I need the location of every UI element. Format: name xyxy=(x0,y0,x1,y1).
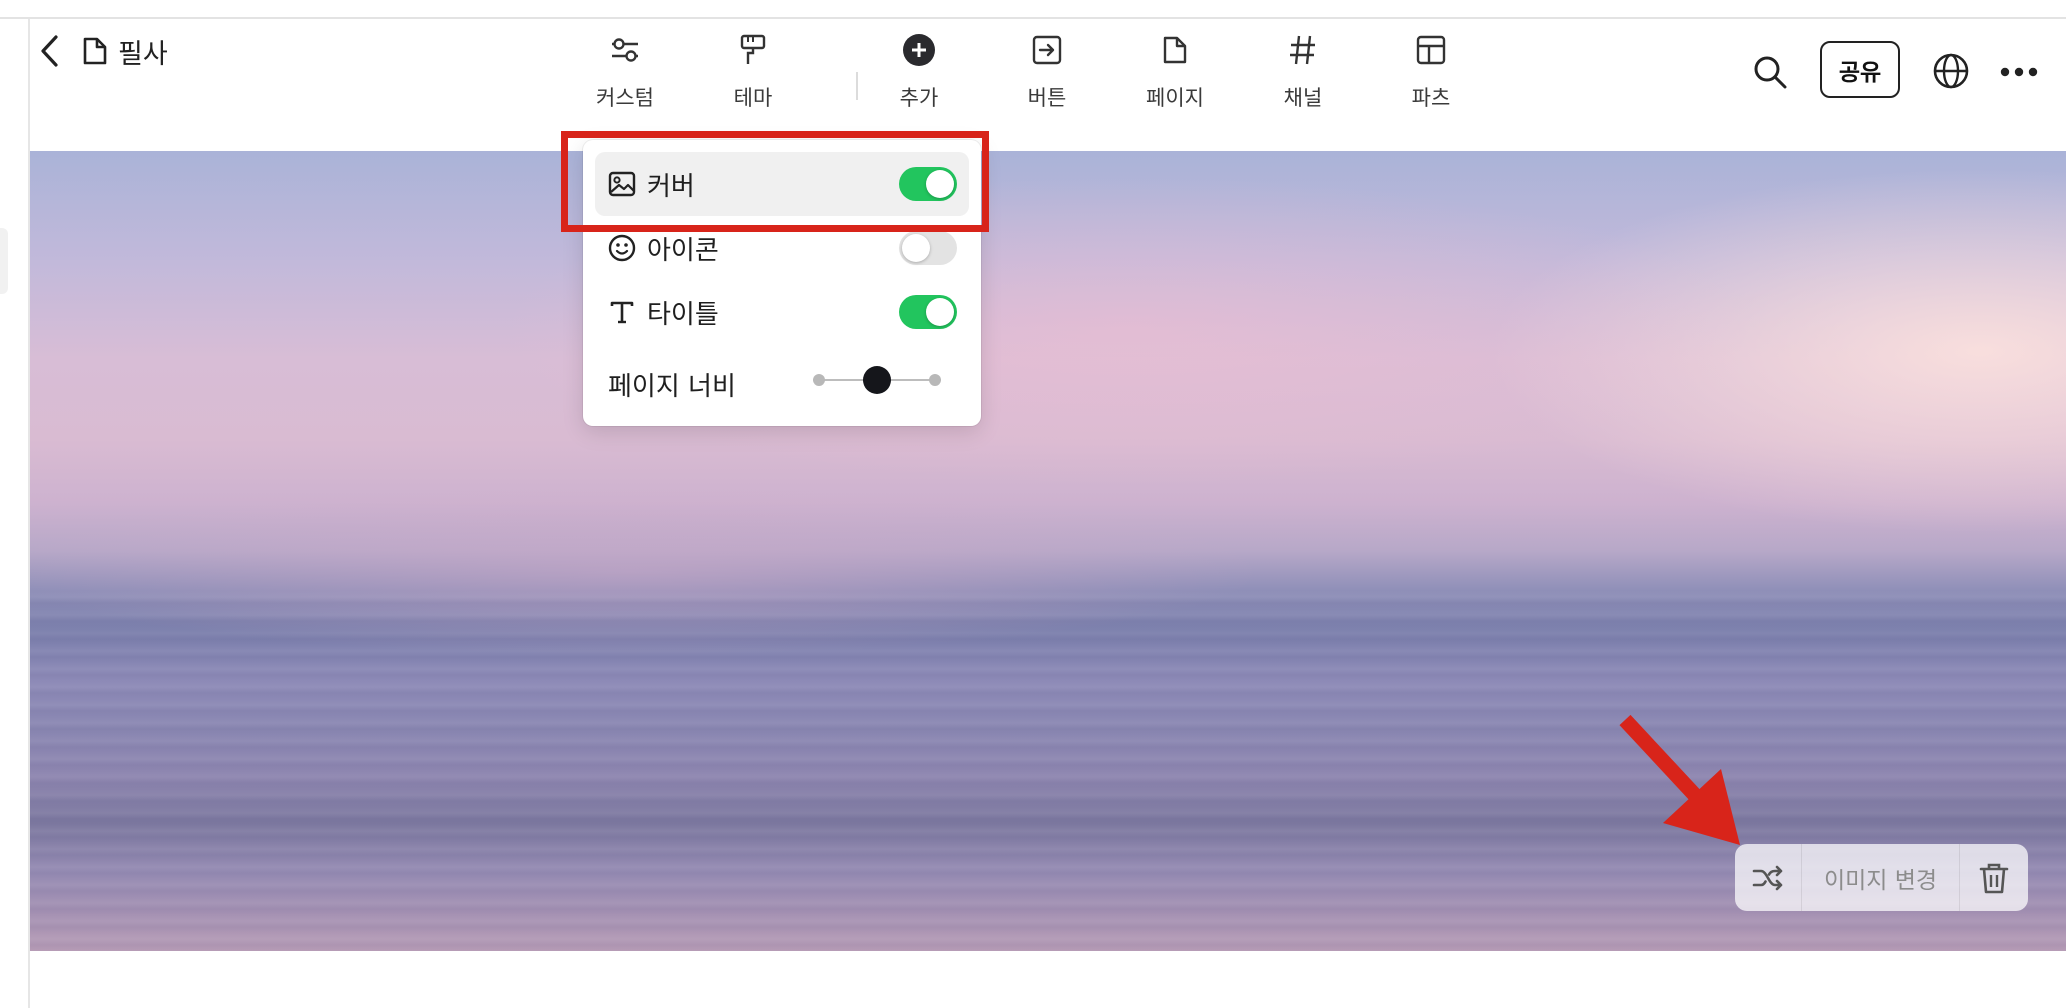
toggle-knob xyxy=(926,298,954,326)
slider-thumb[interactable] xyxy=(863,366,891,394)
toolbar-label: 페이지 xyxy=(1146,86,1204,110)
delete-cover-button[interactable] xyxy=(1960,844,2028,911)
toolbar-add-button[interactable]: 추가 xyxy=(864,22,974,132)
plus-circle-icon xyxy=(903,34,935,66)
toggle-knob xyxy=(902,234,930,262)
page-icon xyxy=(1163,36,1187,64)
title-toggle[interactable] xyxy=(899,295,957,329)
search-button[interactable] xyxy=(1748,50,1792,94)
share-button[interactable]: 공유 xyxy=(1820,41,1900,98)
toolbar-theme-button[interactable]: 테마 xyxy=(698,22,808,132)
more-options-button[interactable] xyxy=(1996,52,2042,92)
slider-step-narrow[interactable] xyxy=(813,374,825,386)
hash-icon xyxy=(1290,35,1315,65)
page-width-label: 페이지 너비 xyxy=(608,372,736,402)
shuffle-icon xyxy=(1752,865,1783,890)
sidebar-handle[interactable] xyxy=(0,228,8,294)
toolbar-custom-button[interactable]: 커스텀 xyxy=(570,22,680,132)
toolbar-label: 버튼 xyxy=(1027,86,1067,110)
back-button[interactable] xyxy=(30,31,70,71)
chevron-left-icon xyxy=(41,35,58,67)
cover-option-row[interactable]: 커버 xyxy=(595,152,969,216)
option-label: 타이틀 xyxy=(647,299,719,330)
shuffle-cover-button[interactable] xyxy=(1735,844,1802,911)
icon-toggle[interactable] xyxy=(899,231,957,265)
cover-actions-bar: 이미지 변경 xyxy=(1735,844,2028,911)
top-border xyxy=(0,0,2066,19)
toolbar-button-button[interactable]: 버튼 xyxy=(992,22,1102,132)
trash-icon xyxy=(1979,863,2009,893)
page-width-slider[interactable] xyxy=(811,364,943,396)
toolbar-parts-button[interactable]: 파츠 xyxy=(1376,22,1486,132)
page-icon xyxy=(83,37,107,65)
more-horizontal-icon xyxy=(2000,67,2038,77)
toolbar-label: 커스텀 xyxy=(596,86,654,110)
layout-icon xyxy=(1416,35,1446,65)
toolbar-label: 파츠 xyxy=(1411,86,1451,110)
option-label: 커버 xyxy=(647,171,695,202)
toolbar-label: 테마 xyxy=(733,86,773,110)
toggle-knob xyxy=(926,170,954,198)
publish-button[interactable] xyxy=(1928,48,1974,94)
title-option-row[interactable]: 타이틀 xyxy=(595,280,969,344)
customize-popover: 커버 아이콘 타이틀 페이지 너비 xyxy=(583,140,981,426)
icon-option-row[interactable]: 아이콘 xyxy=(595,216,969,280)
toolbar-page-button[interactable]: 페이지 xyxy=(1120,22,1230,132)
slider-step-wide[interactable] xyxy=(929,374,941,386)
page-title: 필사 xyxy=(118,38,168,70)
search-icon xyxy=(1754,56,1787,89)
cover-image xyxy=(30,151,2066,951)
change-image-button[interactable]: 이미지 변경 xyxy=(1802,844,1960,911)
paint-roller-icon xyxy=(740,34,766,64)
toolbar-divider xyxy=(856,72,858,100)
smiley-icon xyxy=(608,234,636,262)
button-arrow-icon xyxy=(1032,35,1062,65)
sliders-icon xyxy=(612,38,638,62)
toolbar-label: 추가 xyxy=(899,86,939,110)
cover-toggle[interactable] xyxy=(899,167,957,201)
toolbar-channel-button[interactable]: 채널 xyxy=(1248,22,1358,132)
option-label: 아이콘 xyxy=(647,235,719,266)
text-icon xyxy=(610,301,634,324)
toolbar-label: 채널 xyxy=(1283,86,1323,110)
globe-icon xyxy=(1933,53,1969,89)
breadcrumb[interactable]: 필사 xyxy=(82,31,168,71)
image-icon xyxy=(608,171,636,197)
